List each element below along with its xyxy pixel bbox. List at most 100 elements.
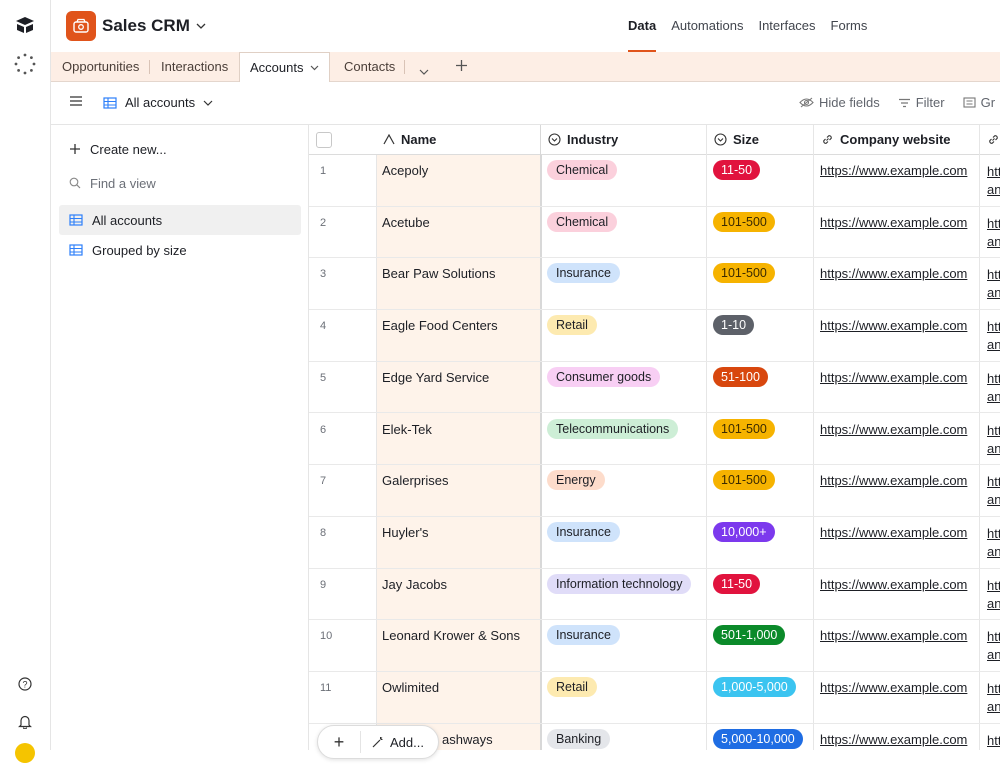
size-cell[interactable]: 1-10 xyxy=(713,315,755,336)
size-cell[interactable]: 101-500 xyxy=(713,418,775,439)
industry-cell[interactable]: Retail xyxy=(547,315,597,336)
table-tab-accounts[interactable]: Accounts xyxy=(239,52,331,83)
truncated-next-cell[interactable]: htt an xyxy=(987,163,1000,199)
table-row[interactable]: 1 Acepoly Chemical 11-50 https://www.example… xyxy=(309,155,1000,207)
account-name-cell[interactable]: Leonard Krower & Sons xyxy=(382,628,520,643)
create-new-view-button[interactable]: Create new... xyxy=(59,134,301,164)
table-row[interactable]: 2 Acetube Chemical 101-500 https://www.examp… xyxy=(309,207,1000,259)
add-table-plus-icon[interactable] xyxy=(455,59,468,75)
view-switcher[interactable]: All accounts xyxy=(103,95,213,110)
header-industry[interactable]: Industry xyxy=(541,125,706,155)
size-cell[interactable]: 10,000+ xyxy=(713,521,775,542)
table-row[interactable]: 4 Eagle Food Centers Retail 1-10 https://www… xyxy=(309,310,1000,362)
account-name-cell[interactable]: Huyler's xyxy=(382,525,429,540)
industry-cell[interactable]: Chemical xyxy=(547,160,618,180)
company-website-link[interactable]: https://www.example.com xyxy=(820,370,967,385)
size-cell[interactable]: 11-50 xyxy=(713,573,761,594)
size-cell[interactable]: 11-50 xyxy=(713,160,761,180)
industry-cell[interactable]: Information technology xyxy=(547,573,692,594)
tab-automations[interactable]: Automations xyxy=(671,0,743,52)
group-button[interactable]: Gr xyxy=(963,95,995,110)
header-size[interactable]: Size xyxy=(707,125,813,155)
table-row[interactable]: 7 Galerprises Energy 101-500 https://www.exa… xyxy=(309,465,1000,517)
truncated-next-cell[interactable]: htt an xyxy=(987,577,1000,613)
all-tables-chevron-icon[interactable] xyxy=(419,63,429,78)
size-cell[interactable]: 51-100 xyxy=(713,366,768,387)
account-name-cell[interactable]: Acepoly xyxy=(382,163,428,178)
company-website-link[interactable]: https://www.example.com xyxy=(820,266,967,281)
size-cell[interactable]: 101-500 xyxy=(713,263,775,284)
account-name-cell[interactable]: ashways xyxy=(442,732,493,747)
industry-cell[interactable]: Insurance xyxy=(547,521,620,542)
industry-cell[interactable]: Chemical xyxy=(547,211,618,232)
table-row[interactable]: 9 Jay Jacobs Information technology 11-50 ht… xyxy=(309,569,1000,621)
truncated-next-cell[interactable]: htt an xyxy=(987,422,1000,458)
sidebar-toggle-menu-icon[interactable] xyxy=(69,95,83,110)
table-row[interactable]: 8 Huyler's Insurance 10,000+ https://www.exa… xyxy=(309,517,1000,569)
company-website-link[interactable]: https://www.example.com xyxy=(820,525,967,540)
truncated-next-cell[interactable]: htt an xyxy=(987,266,1000,302)
add-record-plus-icon[interactable]: + xyxy=(318,732,360,753)
size-cell[interactable]: 5,000-10,000 xyxy=(713,728,803,749)
table-row[interactable]: 5 Edge Yard Service Consumer goods 51-100 ht… xyxy=(309,362,1000,414)
table-row[interactable]: 11 Owlimited Retail 1,000-5,000 https://www.… xyxy=(309,672,1000,724)
table-tab-opportunities[interactable]: Opportunities xyxy=(62,52,139,82)
base-title-dropdown[interactable]: Sales CRM xyxy=(102,16,206,36)
header-next-field[interactable] xyxy=(980,125,1000,155)
account-name-cell[interactable]: Owlimited xyxy=(382,680,439,695)
truncated-next-cell[interactable]: htt an xyxy=(987,215,1000,251)
company-website-link[interactable]: https://www.example.com xyxy=(820,732,967,747)
notifications-bell-icon[interactable] xyxy=(12,708,38,734)
tab-forms[interactable]: Forms xyxy=(831,0,868,52)
home-logo-icon[interactable] xyxy=(12,12,38,38)
truncated-next-cell[interactable]: htt xyxy=(987,732,1000,750)
table-row[interactable]: 3 Bear Paw Solutions Insurance 101-500 https… xyxy=(309,258,1000,311)
user-avatar[interactable] xyxy=(12,740,38,766)
company-website-link[interactable]: https://www.example.com xyxy=(820,577,967,592)
filter-button[interactable]: Filter xyxy=(898,95,945,110)
industry-cell[interactable]: Insurance xyxy=(547,263,620,284)
company-website-link[interactable]: https://www.example.com xyxy=(820,215,967,230)
chevron-down-icon[interactable] xyxy=(310,65,319,71)
size-cell[interactable]: 101-500 xyxy=(713,470,775,491)
header-name[interactable]: Name xyxy=(376,125,540,155)
account-name-cell[interactable]: Elek-Tek xyxy=(382,422,432,437)
hide-fields-button[interactable]: Hide fields xyxy=(799,95,880,110)
industry-cell[interactable]: Energy xyxy=(547,470,605,491)
company-website-link[interactable]: https://www.example.com xyxy=(820,628,967,643)
company-website-link[interactable]: https://www.example.com xyxy=(820,163,967,178)
base-logo-icon[interactable] xyxy=(66,11,96,41)
select-all-checkbox[interactable] xyxy=(316,132,332,148)
sidebar-view-grouped-by-size[interactable]: Grouped by size xyxy=(59,235,301,265)
table-tab-interactions[interactable]: Interactions xyxy=(161,52,228,82)
account-name-cell[interactable]: Bear Paw Solutions xyxy=(382,266,495,281)
company-website-link[interactable]: https://www.example.com xyxy=(820,318,967,333)
company-website-link[interactable]: https://www.example.com xyxy=(820,473,967,488)
size-cell[interactable]: 501-1,000 xyxy=(713,625,786,646)
industry-cell[interactable]: Retail xyxy=(547,677,597,697)
size-cell[interactable]: 101-500 xyxy=(713,211,775,232)
help-icon[interactable]: ? xyxy=(12,671,38,697)
truncated-next-cell[interactable]: htt an xyxy=(987,628,1000,664)
tab-interfaces[interactable]: Interfaces xyxy=(758,0,815,52)
tab-data[interactable]: Data xyxy=(628,0,657,52)
table-tab-contacts[interactable]: Contacts xyxy=(344,52,395,82)
account-name-cell[interactable]: Edge Yard Service xyxy=(382,370,489,385)
account-name-cell[interactable]: Acetube xyxy=(382,215,430,230)
truncated-next-cell[interactable]: htt an xyxy=(987,473,1000,509)
table-row[interactable]: 10 Leonard Krower & Sons Insurance 501-1,00… xyxy=(309,620,1000,672)
find-view-input[interactable]: Find a view xyxy=(59,168,301,198)
truncated-next-cell[interactable]: htt an xyxy=(987,680,1000,716)
size-cell[interactable]: 1,000-5,000 xyxy=(713,677,796,697)
truncated-next-cell[interactable]: htt an xyxy=(987,525,1000,561)
sidebar-view-all-accounts[interactable]: All accounts xyxy=(59,205,301,235)
company-website-link[interactable]: https://www.example.com xyxy=(820,680,967,695)
account-name-cell[interactable]: Galerprises xyxy=(382,473,448,488)
header-company-website[interactable]: Company website xyxy=(814,125,979,155)
account-name-cell[interactable]: Jay Jacobs xyxy=(382,577,447,592)
table-row[interactable]: 6 Elek-Tek Telecommunications 101-500 https:… xyxy=(309,414,1000,466)
truncated-next-cell[interactable]: htt an xyxy=(987,370,1000,406)
industry-cell[interactable]: Telecommunications xyxy=(547,418,679,439)
industry-cell[interactable]: Insurance xyxy=(547,625,620,646)
company-website-link[interactable]: https://www.example.com xyxy=(820,422,967,437)
